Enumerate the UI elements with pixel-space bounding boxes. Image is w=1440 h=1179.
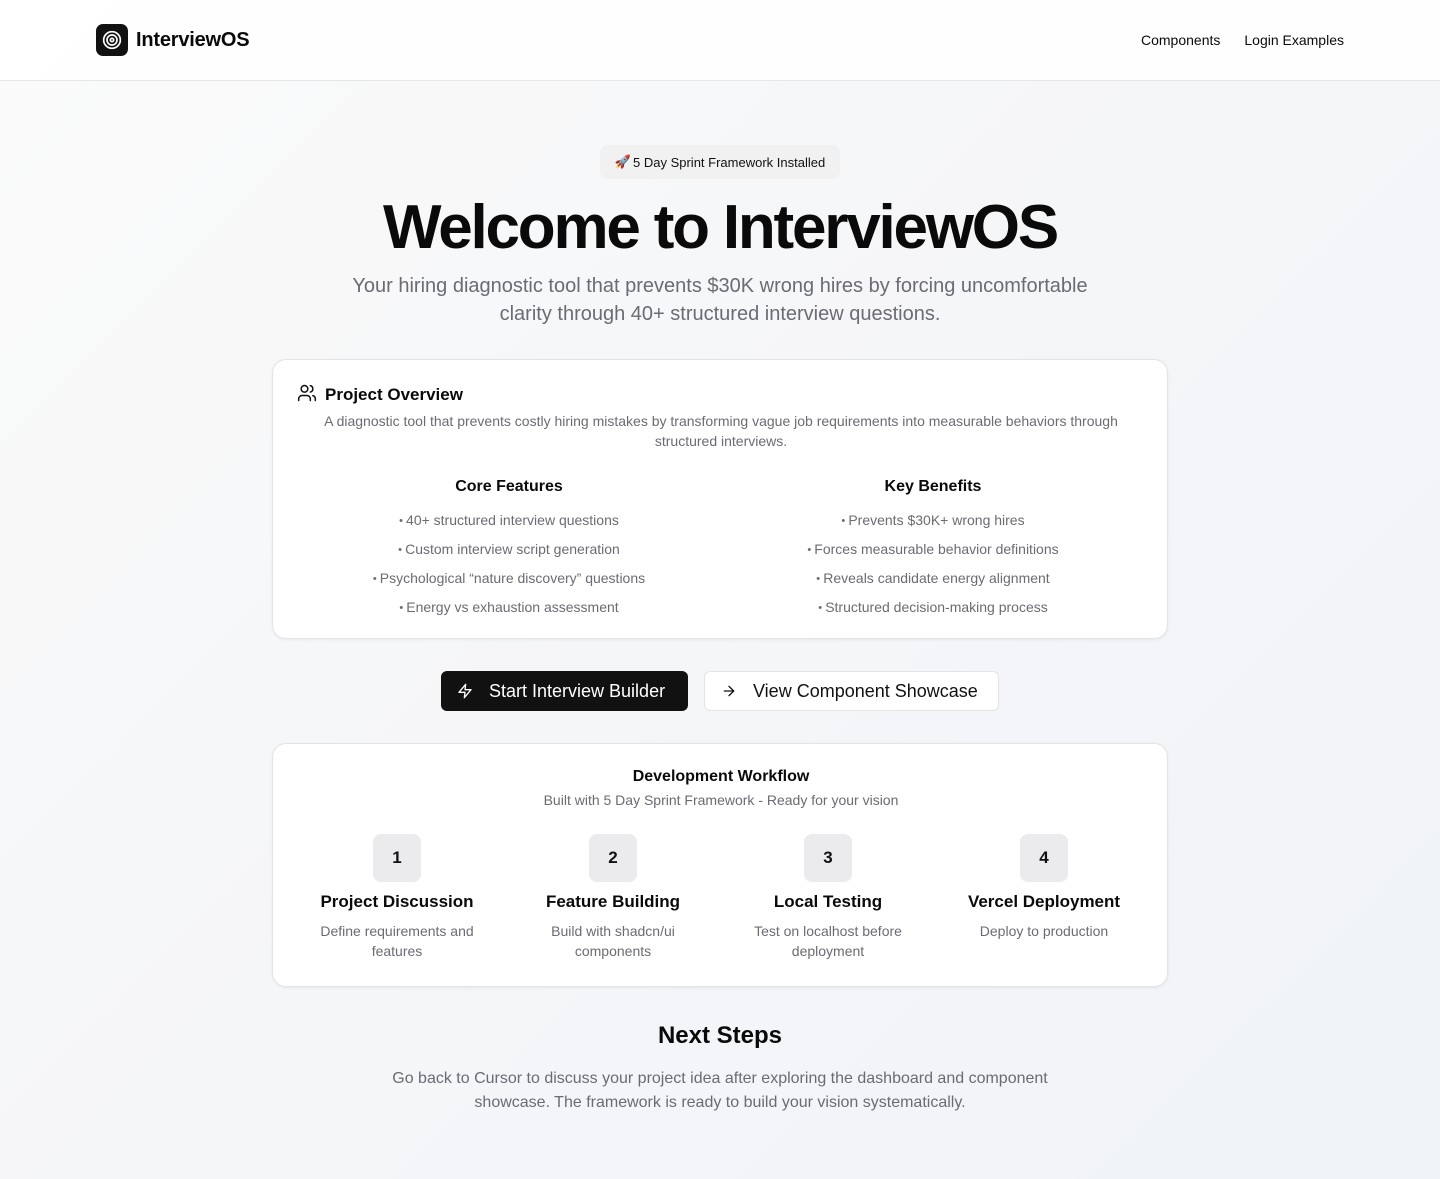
key-benefits-list: Prevents $30K+ wrong hires Forces measur… [721, 510, 1145, 618]
step-title: Feature Building [545, 892, 681, 911]
step-number: 3 [804, 834, 852, 882]
top-nav-bar: InterviewOS Components Login Examples [0, 0, 1440, 81]
badge-text: 5 Day Sprint Framework Installed [633, 154, 826, 170]
development-workflow-card: Development Workflow Built with 5 Day Sp… [272, 743, 1168, 987]
start-interview-builder-button[interactable]: Start Interview Builder [441, 671, 688, 711]
page-title: Welcome to InterviewOS [383, 193, 1059, 262]
step-title: Project Discussion [320, 892, 474, 911]
zap-icon [457, 683, 473, 699]
workflow-step-2: 2 Feature Building Build with shadcn/ui … [505, 834, 721, 961]
workflow-step-4: 4 Vercel Deployment Deploy to production [936, 834, 1152, 941]
brand[interactable]: InterviewOS [96, 24, 250, 56]
view-component-showcase-label: View Component Showcase [753, 680, 978, 701]
overview-description: A diagnostic tool that prevents costly h… [324, 413, 1118, 449]
step-description: Define requirements and features [320, 923, 474, 959]
list-item: Forces measurable behavior definitions [721, 539, 1145, 560]
key-benefits-column: Key Benefits Prevents $30K+ wrong hires … [721, 476, 1145, 626]
core-features-heading: Core Features [455, 478, 563, 495]
key-benefits-heading: Key Benefits [884, 478, 982, 495]
workflow-subtitle: Built with 5 Day Sprint Framework - Read… [543, 792, 899, 808]
step-title: Vercel Deployment [967, 892, 1121, 911]
list-item: Prevents $30K+ wrong hires [721, 510, 1145, 531]
step-number: 4 [1020, 834, 1068, 882]
workflow-title: Development Workflow [632, 768, 810, 785]
core-features-list: 40+ structured interview questions Custo… [297, 510, 721, 618]
step-description: Test on localhost before deployment [754, 923, 902, 959]
list-item: Psychological “nature discovery” questio… [297, 568, 721, 589]
workflow-step-1: 1 Project Discussion Define requirements… [289, 834, 505, 961]
step-number: 1 [373, 834, 421, 882]
core-features-column: Core Features 40+ structured interview q… [297, 476, 721, 626]
next-steps-title: Next Steps [657, 1022, 783, 1049]
main-nav: Components Login Examples [1141, 30, 1344, 50]
step-title: Local Testing [773, 892, 883, 911]
framework-badge: 🚀 5 Day Sprint Framework Installed [600, 145, 840, 179]
step-description: Deploy to production [979, 923, 1109, 939]
list-item: Energy vs exhaustion assessment [297, 597, 721, 618]
rocket-icon: 🚀 [614, 154, 631, 169]
step-description: Build with shadcn/ui components [551, 923, 675, 959]
target-icon [96, 24, 128, 56]
hero-subtitle: Your hiring diagnostic tool that prevent… [352, 275, 1088, 325]
list-item: 40+ structured interview questions [297, 510, 721, 531]
view-component-showcase-button[interactable]: View Component Showcase [704, 671, 999, 711]
step-number: 2 [589, 834, 637, 882]
arrow-right-icon [721, 683, 737, 699]
nav-link-components[interactable]: Components [1141, 30, 1220, 50]
list-item: Reveals candidate energy alignment [721, 568, 1145, 589]
list-item: Custom interview script generation [297, 539, 721, 560]
start-interview-builder-label: Start Interview Builder [489, 680, 666, 701]
next-steps-text: Go back to Cursor to discuss your projec… [392, 1070, 1048, 1111]
workflow-step-3: 3 Local Testing Test on localhost before… [720, 834, 936, 961]
project-overview-card: Project Overview A diagnostic tool that … [272, 359, 1168, 639]
list-item: Structured decision-making process [721, 597, 1145, 618]
brand-name: InterviewOS [136, 28, 250, 51]
overview-header: Project Overview [297, 384, 463, 406]
overview-title: Project Overview [325, 385, 463, 404]
nav-link-login-examples[interactable]: Login Examples [1244, 30, 1344, 50]
users-icon [297, 383, 317, 408]
